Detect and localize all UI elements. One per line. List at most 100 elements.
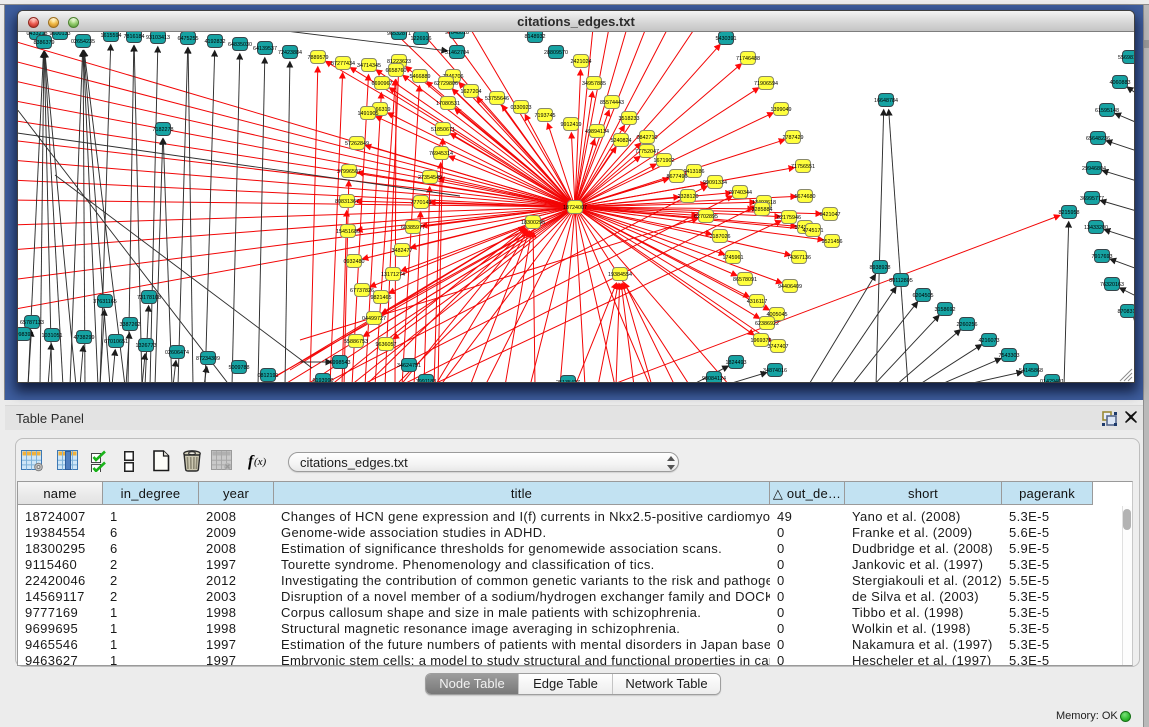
svg-text:8215958: 8215958 (1059, 210, 1080, 216)
svg-text:1399049: 1399049 (771, 107, 792, 113)
svg-text:34624751: 34624751 (397, 363, 421, 369)
svg-text:9821465: 9821465 (371, 295, 392, 301)
svg-text:5430391: 5430391 (716, 36, 737, 42)
svg-text:94406409: 94406409 (778, 284, 802, 290)
svg-text:1615594: 1615594 (101, 33, 122, 39)
svg-text:2260256: 2260256 (957, 322, 978, 328)
svg-text:7816184: 7816184 (124, 34, 145, 40)
svg-text:02606474: 02606474 (165, 350, 189, 356)
svg-text:6193990: 6193990 (313, 378, 334, 382)
svg-text:65787133: 65787133 (20, 320, 44, 326)
svg-text:79740344: 79740344 (728, 190, 752, 196)
svg-text:7182278: 7182278 (153, 127, 174, 133)
svg-text:9912419: 9912419 (561, 122, 582, 128)
svg-text:1491905: 1491905 (358, 111, 379, 117)
svg-text:80831367: 80831367 (335, 199, 359, 205)
svg-text:18300295: 18300295 (521, 220, 545, 226)
svg-text:36995777: 36995777 (1080, 196, 1104, 202)
svg-text:3387262: 3387262 (120, 322, 141, 328)
svg-text:7187026: 7187026 (710, 234, 731, 240)
svg-text:72423884: 72423884 (278, 50, 302, 56)
svg-text:64139537: 64139537 (253, 46, 277, 52)
svg-text:7193745: 7193745 (535, 113, 556, 119)
svg-text:4060883: 4060883 (1110, 80, 1131, 86)
svg-text:1031051: 1031051 (42, 333, 63, 339)
svg-text:49894134: 49894134 (585, 129, 609, 135)
svg-text:62702895: 62702895 (694, 214, 718, 220)
svg-text:57262849: 57262849 (345, 141, 369, 147)
svg-text:76320163: 76320163 (1100, 282, 1124, 288)
svg-text:2421024: 2421024 (571, 59, 592, 65)
svg-text:34714345: 34714345 (357, 63, 381, 69)
svg-text:5098393: 5098393 (18, 332, 34, 338)
svg-text:6658760: 6658760 (386, 68, 407, 74)
svg-text:18724007: 18724007 (563, 205, 587, 211)
svg-text:8677496: 8677496 (667, 174, 688, 180)
svg-text:67737826: 67737826 (350, 288, 374, 294)
svg-text:6690967: 6690967 (372, 81, 393, 87)
svg-text:0842710: 0842710 (637, 135, 658, 141)
svg-text:15451680: 15451680 (336, 229, 360, 235)
svg-text:8938928: 8938928 (870, 265, 891, 271)
svg-text:61595148: 61595148 (1095, 108, 1119, 114)
svg-text:5240824: 5240824 (611, 138, 632, 144)
svg-text:55886753: 55886753 (344, 339, 368, 345)
svg-text:4738299: 4738299 (74, 335, 95, 341)
svg-text:02654235: 02654235 (71, 39, 95, 45)
svg-text:37631165: 37631165 (93, 299, 117, 305)
svg-text:53755646: 53755646 (485, 96, 509, 102)
svg-text:0812191: 0812191 (258, 373, 279, 379)
svg-text:04499727: 04499727 (362, 316, 386, 322)
svg-text:9421047: 9421047 (820, 212, 841, 218)
svg-text:5009788: 5009788 (229, 365, 250, 371)
svg-text:1627204: 1627204 (461, 89, 482, 95)
svg-text:54145868: 54145868 (1019, 368, 1043, 374)
svg-text:73178108: 73178108 (137, 295, 161, 301)
svg-text:4192832: 4192832 (205, 39, 226, 45)
svg-text:4745171: 4745171 (803, 228, 824, 234)
svg-text:0330923: 0330923 (511, 105, 532, 111)
svg-text:9600133: 9600133 (50, 32, 71, 37)
svg-text:82175946: 82175946 (777, 215, 801, 221)
svg-text:76945314: 76945314 (429, 151, 453, 157)
svg-text:51462704: 51462704 (445, 50, 469, 56)
svg-text:3158692: 3158692 (935, 307, 956, 313)
svg-text:(x): (x) (254, 456, 267, 468)
svg-text:13171274: 13171274 (381, 272, 405, 278)
svg-text:74367136: 74367136 (787, 255, 811, 261)
svg-text:8386379: 8386379 (34, 40, 55, 46)
svg-text:77752047: 77752047 (635, 149, 659, 155)
svg-text:87234309: 87234309 (196, 356, 220, 362)
svg-text:1824493: 1824493 (726, 360, 747, 366)
svg-text:93103413: 93103413 (146, 35, 170, 41)
svg-text:8148932: 8148932 (525, 34, 546, 40)
svg-text:7917693: 7917693 (1092, 254, 1113, 260)
svg-text:62729806: 62729806 (434, 81, 458, 87)
svg-text:8708317: 8708317 (1118, 309, 1135, 315)
svg-text:51850671: 51850671 (431, 127, 455, 133)
svg-text:1226916: 1226916 (411, 36, 432, 42)
svg-text:19384554: 19384554 (608, 272, 632, 278)
svg-text:3482477: 3482477 (392, 248, 413, 254)
svg-text:55698169: 55698169 (1118, 55, 1134, 61)
svg-text:2328120: 2328120 (678, 194, 699, 200)
svg-text:80112805: 80112805 (889, 278, 913, 284)
svg-text:37996507: 37996507 (337, 169, 361, 175)
svg-text:01429401: 01429401 (1040, 379, 1064, 382)
svg-text:1326773: 1326773 (136, 343, 157, 349)
svg-text:62386922: 62386922 (755, 321, 779, 327)
svg-text:3747407: 3747407 (768, 344, 789, 350)
svg-text:71746488: 71746488 (736, 56, 760, 62)
svg-text:7889579: 7889579 (308, 55, 329, 61)
svg-text:5674680: 5674680 (795, 194, 816, 200)
svg-text:34874016: 34874016 (763, 368, 787, 374)
svg-text:1745961: 1745961 (723, 255, 744, 261)
svg-text:7991183: 7991183 (416, 379, 437, 382)
svg-text:3285884: 3285884 (752, 207, 773, 213)
svg-text:87277434: 87277434 (331, 61, 355, 67)
svg-text:9636057: 9636057 (376, 342, 397, 348)
svg-text:4216073: 4216073 (979, 338, 1000, 344)
svg-text:67010651: 67010651 (104, 339, 128, 345)
svg-text:2787429: 2787429 (783, 135, 804, 141)
svg-text:9521456: 9521456 (822, 239, 843, 245)
